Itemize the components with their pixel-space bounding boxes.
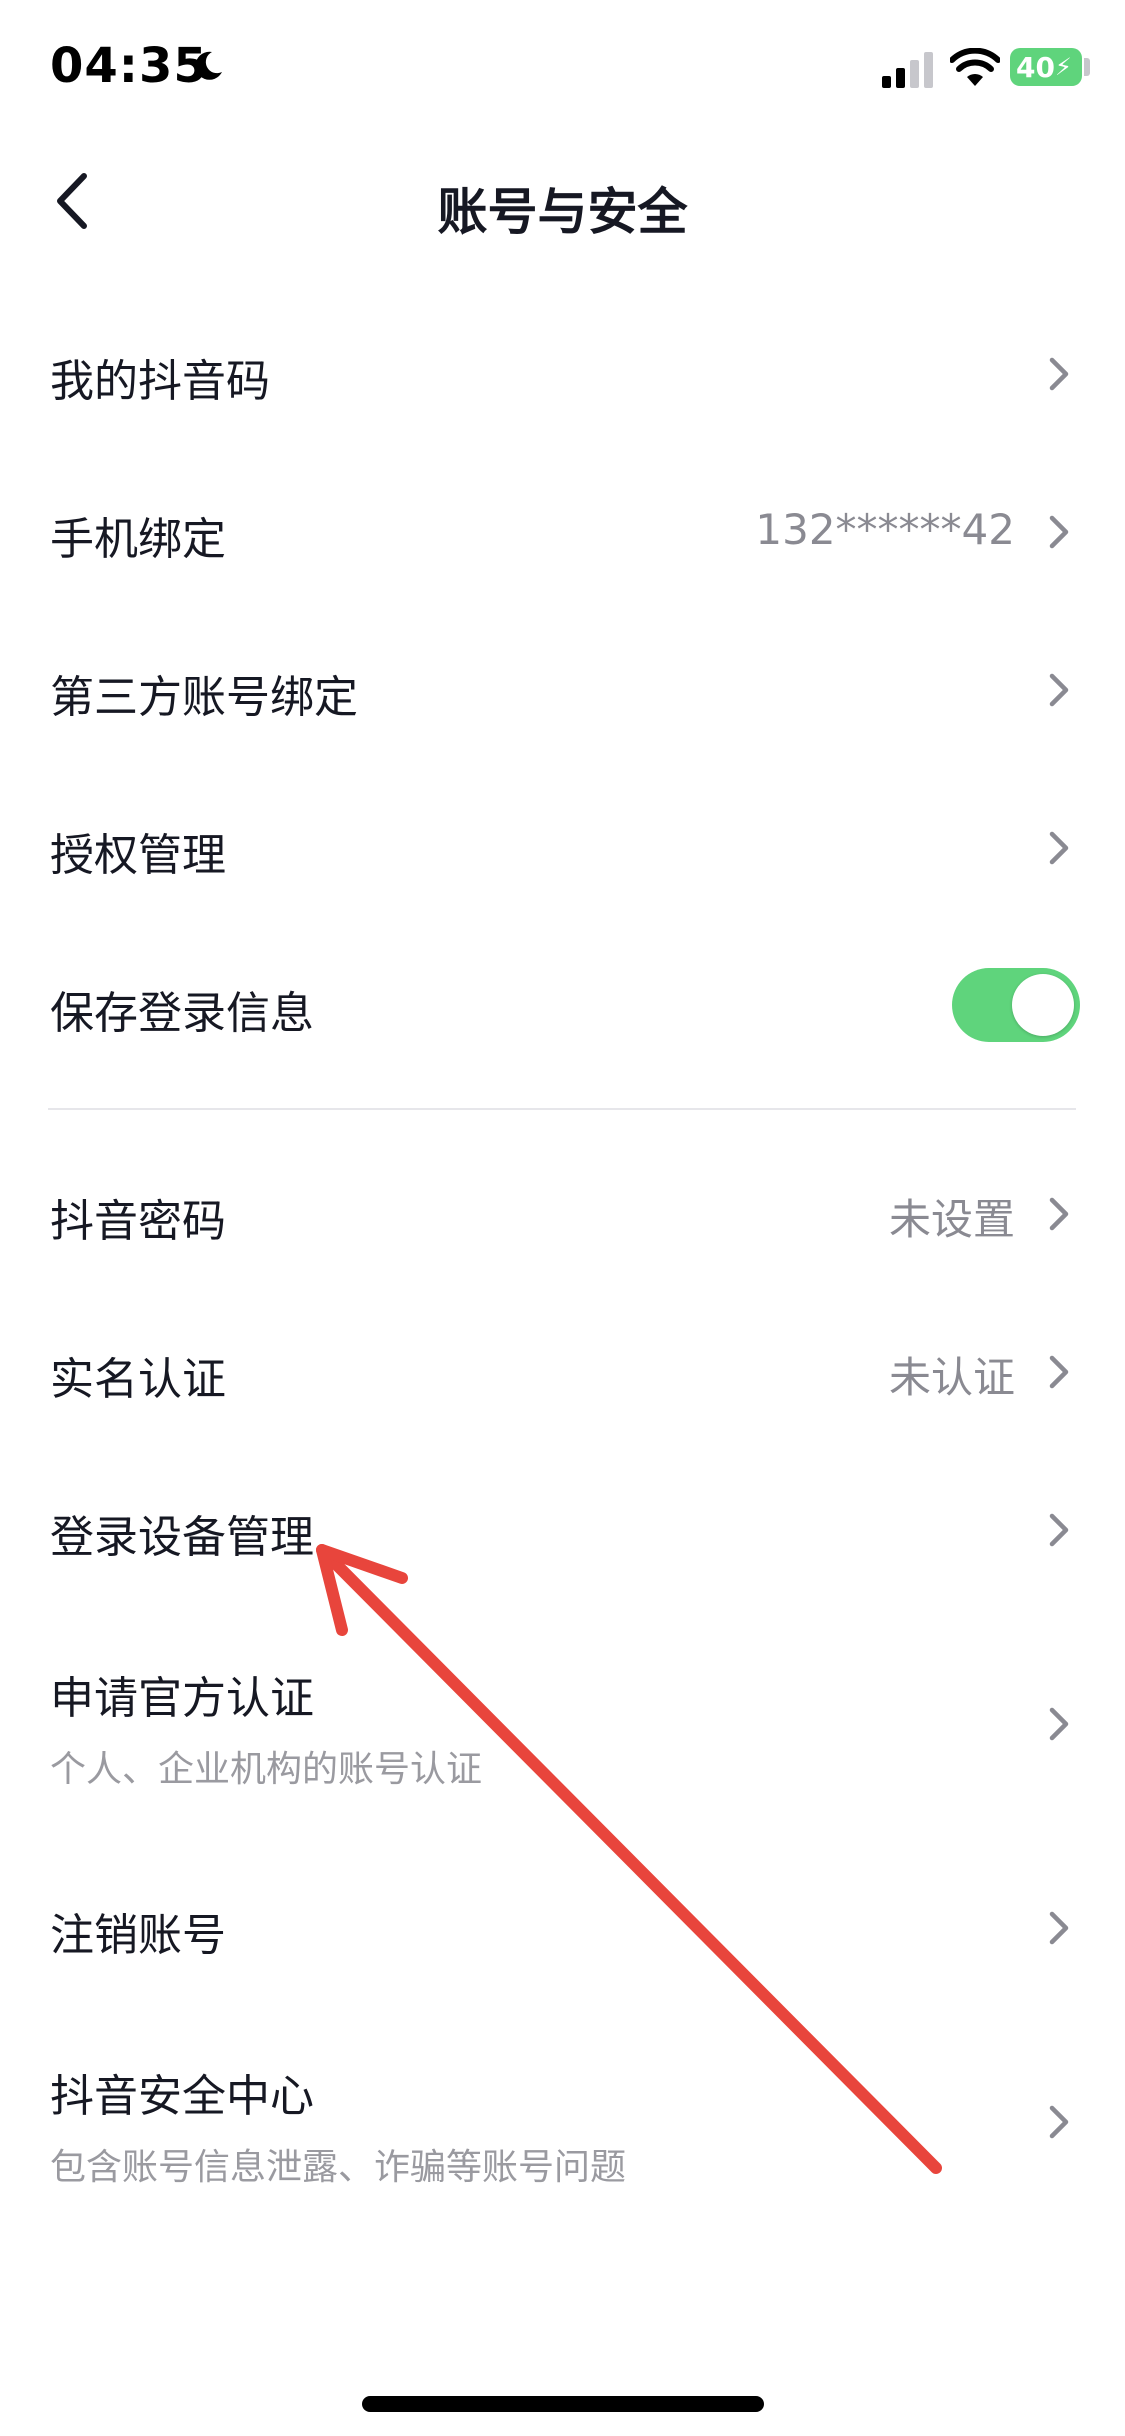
home-indicator (362, 2396, 764, 2412)
row-label: 抖音密码 (50, 1196, 226, 1247)
settings-row-security-center[interactable]: 抖音安全中心 包含账号信息泄露、诈骗等账号问题 (0, 2012, 1125, 2232)
row-label: 抖音安全中心 (50, 2071, 314, 2122)
row-label: 登录设备管理 (50, 1512, 314, 1563)
row-subtitle: 个人、企业机构的账号认证 (50, 1749, 483, 1790)
settings-row-password[interactable]: 抖音密码 未设置 (0, 1140, 1125, 1290)
charging-bolt-icon: ⚡ (1054, 53, 1072, 81)
nav-bar: 账号与安全 (0, 140, 1125, 260)
row-label: 注销账号 (50, 1910, 226, 1961)
battery-icon: 40 ⚡ (1010, 48, 1082, 86)
settings-row-third-party-binding[interactable]: 第三方账号绑定 (0, 616, 1125, 766)
row-label: 我的抖音码 (50, 356, 270, 407)
chevron-right-icon (1049, 1355, 1069, 1389)
phone-number-value: 132******42 (755, 505, 1015, 554)
settings-row-real-name[interactable]: 实名认证 未认证 (0, 1298, 1125, 1448)
page-title: 账号与安全 (437, 183, 688, 241)
chevron-right-icon (1049, 2105, 1069, 2139)
row-label: 第三方账号绑定 (50, 672, 358, 723)
settings-row-device-management[interactable]: 登录设备管理 (0, 1456, 1125, 1606)
settings-row-phone-binding[interactable]: 手机绑定 132******42 (0, 458, 1125, 608)
toggle-knob (1012, 974, 1074, 1036)
chevron-right-icon (1049, 1707, 1069, 1741)
row-label: 手机绑定 (50, 514, 226, 565)
status-time: 04:35 (50, 38, 208, 94)
battery-cap (1084, 58, 1090, 76)
chevron-right-icon (1049, 357, 1069, 391)
password-status-value: 未设置 (888, 1195, 1015, 1244)
settings-row-authorization[interactable]: 授权管理 (0, 774, 1125, 924)
signal-icon (882, 52, 933, 88)
row-label: 申请官方认证 (50, 1673, 314, 1724)
settings-row-delete-account[interactable]: 注销账号 (0, 1854, 1125, 2004)
status-bar: 04:35 40 ⚡ (0, 0, 1125, 140)
chevron-right-icon (1049, 515, 1069, 549)
settings-row-official-verification[interactable]: 申请官方认证 个人、企业机构的账号认证 (0, 1614, 1125, 1834)
battery-level: 40 (1016, 50, 1055, 84)
chevron-right-icon (1049, 1513, 1069, 1547)
wifi-icon (950, 48, 1000, 86)
chevron-right-icon (1049, 673, 1069, 707)
settings-row-douyin-code[interactable]: 我的抖音码 (0, 300, 1125, 450)
chevron-right-icon (1049, 1197, 1069, 1231)
row-label: 保存登录信息 (50, 988, 314, 1039)
section-divider (48, 1108, 1076, 1110)
moon-icon (195, 51, 222, 80)
save-login-toggle[interactable] (952, 968, 1080, 1042)
chevron-right-icon (1049, 831, 1069, 865)
real-name-status-value: 未认证 (888, 1353, 1015, 1402)
chevron-right-icon (1049, 1911, 1069, 1945)
row-subtitle: 包含账号信息泄露、诈骗等账号问题 (50, 2147, 627, 2188)
row-label: 实名认证 (50, 1354, 226, 1405)
row-label: 授权管理 (50, 830, 226, 881)
